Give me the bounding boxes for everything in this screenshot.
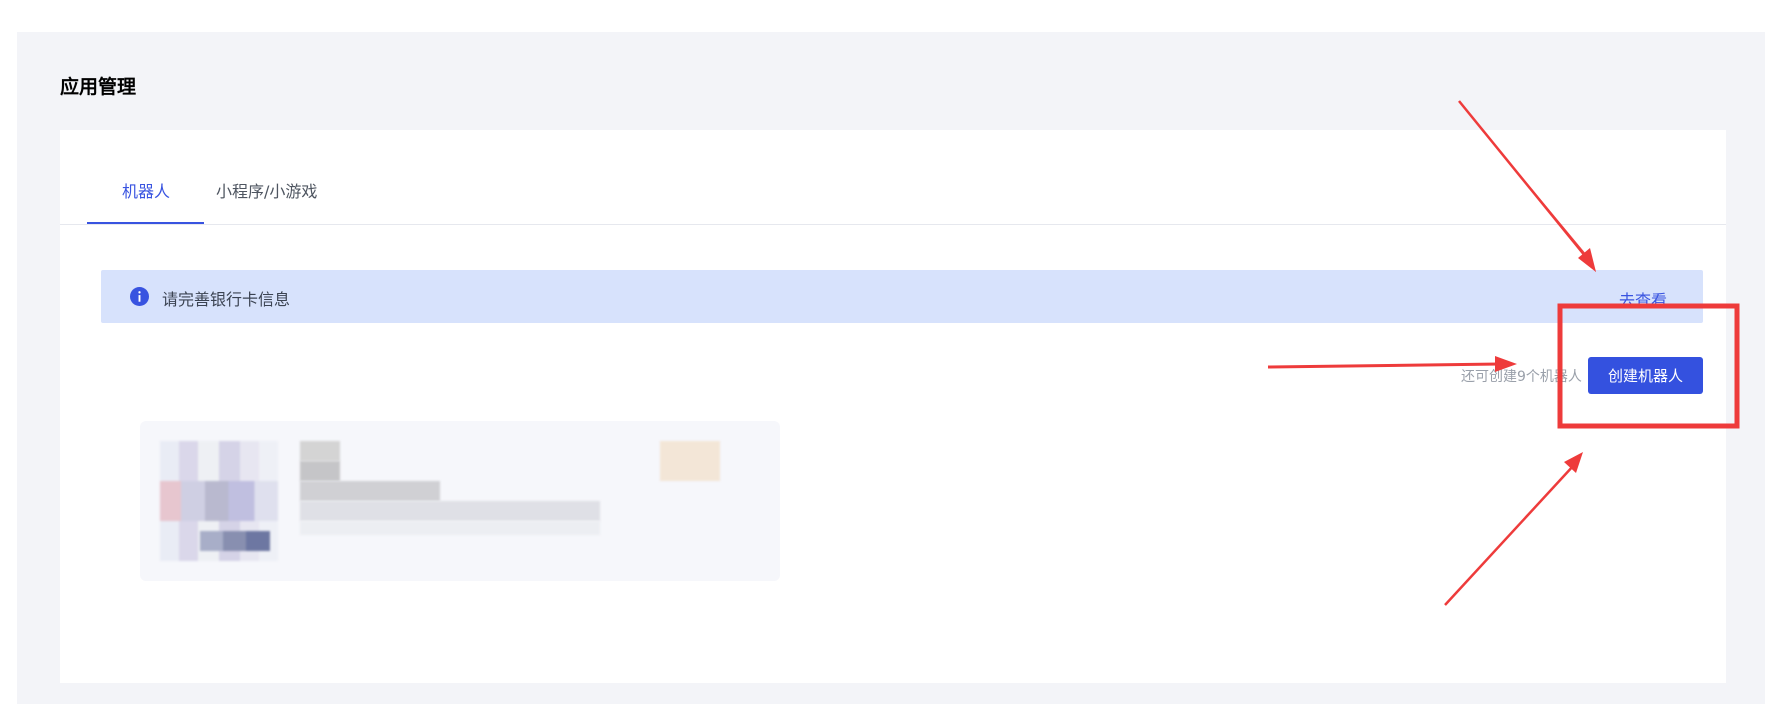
info-icon (130, 287, 149, 306)
tab-mini-programs[interactable]: 小程序/小游戏 (216, 178, 317, 202)
blurred-badge (660, 441, 720, 481)
robot-item-card[interactable] (140, 421, 780, 581)
create-robot-button[interactable]: 创建机器人 (1588, 357, 1703, 394)
blurred-text (300, 501, 600, 521)
blurred-text (300, 521, 600, 535)
blurred-text (300, 481, 440, 501)
bank-info-notice: 请完善银行卡信息 去查看 (101, 270, 1703, 323)
tab-bar: 机器人 小程序/小游戏 (60, 130, 1726, 225)
blurred-text (300, 461, 340, 481)
robot-quota-text: 还可创建9个机器人 (1461, 369, 1582, 385)
blurred-text (300, 441, 340, 461)
view-link[interactable]: 去查看 (1619, 287, 1667, 311)
page-title: 应用管理 (60, 76, 137, 98)
notice-message: 请完善银行卡信息 (162, 290, 291, 309)
tab-robots[interactable]: 机器人 (122, 178, 170, 202)
content-card: 机器人 小程序/小游戏 请完善银行卡信息 去查看 还可创建9个机器人 创建机器人 (60, 130, 1726, 683)
robot-avatar (160, 441, 278, 561)
active-tab-indicator (87, 222, 204, 224)
